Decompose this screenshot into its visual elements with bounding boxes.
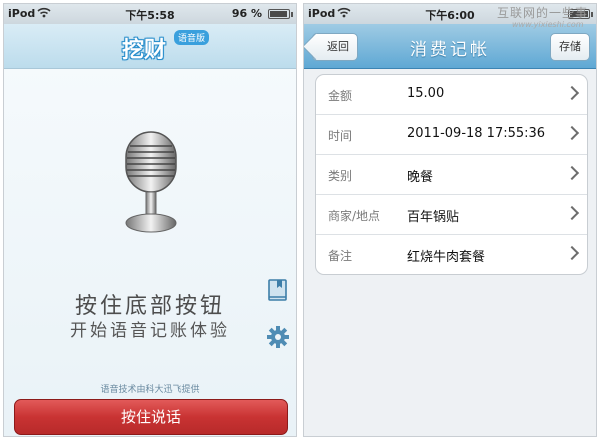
row-label: 时间 bbox=[328, 129, 353, 143]
row-label: 备注 bbox=[328, 249, 353, 263]
chevron-right-icon bbox=[564, 125, 580, 141]
chevron-right-icon bbox=[564, 205, 580, 221]
category-row[interactable]: 类别 晚餐 bbox=[316, 155, 587, 195]
merchant-row[interactable]: 商家/地点 百年锅贴 bbox=[316, 195, 587, 235]
book-icon[interactable] bbox=[267, 278, 289, 302]
row-value: 2011-09-18 17:55:36 bbox=[407, 126, 546, 141]
watermark-text: 互联网的一些事 bbox=[497, 6, 589, 20]
row-value: 15.00 bbox=[407, 86, 445, 101]
voice-home-screen: iPod 下午5:58 96 % 挖财 语音版 按住底部按钮 开始语音记账体验 bbox=[3, 3, 297, 437]
expense-detail-table: 金额 15.00 时间 2011-09-18 17:55:36 类别 晚餐 商家… bbox=[315, 74, 588, 275]
hint-line-2: 开始语音记账体验 bbox=[70, 321, 230, 341]
row-label: 金额 bbox=[328, 89, 353, 103]
chevron-right-icon bbox=[564, 165, 580, 181]
app-logo: 挖财 bbox=[122, 38, 167, 63]
row-label: 类别 bbox=[328, 169, 353, 183]
status-bar: iPod 下午5:58 96 % bbox=[4, 4, 296, 24]
battery-percent: 96 % bbox=[231, 7, 262, 20]
row-value: 红烧牛肉套餐 bbox=[407, 250, 486, 265]
row-value: 百年锅贴 bbox=[407, 210, 460, 225]
microphone-icon bbox=[116, 130, 186, 244]
provider-note: 语音技术由科大迅飞提供 bbox=[100, 385, 200, 395]
nav-bar: 返回 消费记帐 存储 bbox=[304, 24, 596, 69]
row-label: 商家/地点 bbox=[328, 209, 381, 223]
chevron-right-icon bbox=[564, 85, 580, 101]
logo-badge: 语音版 bbox=[174, 30, 210, 45]
watermark-url: www.yixieshi.com bbox=[512, 20, 584, 29]
gear-icon[interactable] bbox=[267, 326, 289, 350]
chevron-right-icon bbox=[564, 245, 580, 261]
time-row[interactable]: 时间 2011-09-18 17:55:36 bbox=[316, 115, 587, 155]
save-button[interactable]: 存储 bbox=[550, 33, 590, 61]
battery-icon bbox=[268, 9, 293, 19]
hold-to-talk-button[interactable]: 按住说话 bbox=[14, 399, 288, 435]
amount-row[interactable]: 金额 15.00 bbox=[316, 75, 587, 115]
note-row[interactable]: 备注 红烧牛肉套餐 bbox=[316, 235, 587, 274]
expense-record-screen: iPod 下午6:00 返回 消费记帐 存储 金额 15.00 时间 2011-… bbox=[303, 3, 597, 437]
row-value: 晚餐 bbox=[407, 170, 434, 185]
app-header: 挖财 语音版 bbox=[4, 24, 296, 69]
